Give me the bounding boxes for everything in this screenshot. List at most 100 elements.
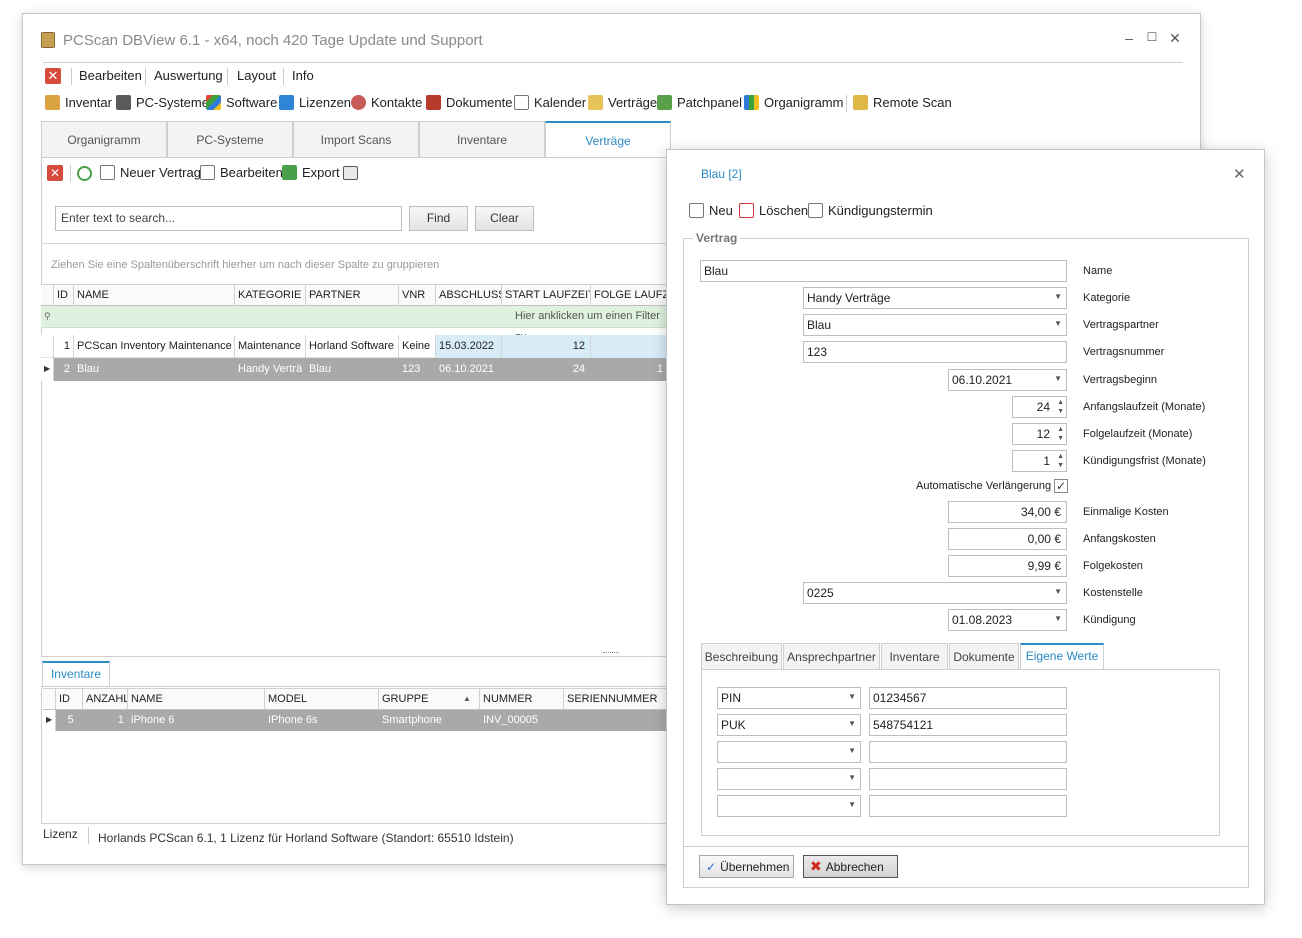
search-input[interactable]: Enter text to search... [55,206,402,231]
maximize-button[interactable]: ☐ [1145,30,1159,44]
column-header-vnr[interactable]: VNR [399,284,436,306]
cell-folge-laufzeit: 1 [591,358,669,381]
column-header-name[interactable]: NAME [74,284,235,306]
menu-info[interactable]: Info [292,68,314,83]
tab-pc-systeme[interactable]: PC-Systeme [167,121,293,158]
menu-layout[interactable]: Layout [237,68,276,83]
tab-vertraege[interactable]: Verträge [545,121,671,158]
anfangskosten-field[interactable]: 0,00 € [948,528,1067,550]
name-field[interactable]: Blau [700,260,1067,282]
toolbar-vertraege[interactable]: Verträge [588,95,657,110]
custom-value-field[interactable] [869,795,1067,817]
vertragsnummer-field[interactable]: 123 [803,341,1067,363]
menu-bar: ✕ Bearbeiten Auswertung Layout Info [43,62,1183,88]
license-info: Horlands PCScan 6.1, 1 Lizenz für Horlan… [98,831,514,845]
menu-auswertung[interactable]: Auswertung [154,68,223,83]
dialog-close-button[interactable]: ✕ [1233,165,1246,183]
tab-import-scans[interactable]: Import Scans [293,121,419,158]
custom-value-field[interactable] [869,768,1067,790]
kuendigungsfrist-label: Kündigungsfrist (Monate) [1083,455,1206,467]
checkmark-icon: ✓ [706,859,717,874]
tab-ansprechpartner[interactable]: Ansprechpartner [783,643,880,670]
toolbar-remote-scan[interactable]: Remote Scan [853,95,952,110]
column-header-folge-laufzeit[interactable]: FOLGE LAUFZE [591,284,669,306]
custom-key-select[interactable]: PUK ▼ [717,714,861,736]
vertragsbeginn-date[interactable]: 06.10.2021 ▼ [948,369,1067,391]
apply-button[interactable]: ✓ Übernehmen [699,855,794,878]
splitter-grip[interactable] [603,652,619,653]
delete-button[interactable]: Löschen [739,203,808,218]
menu-separator [227,68,228,85]
status-bar: Lizenz [43,827,78,841]
edit-button[interactable]: Bearbeiten [200,165,283,180]
table-row[interactable]: 1 PCScan Inventory Maintenance Maintenan… [41,335,669,358]
new-button[interactable]: Neu [689,203,733,218]
column-header-anzahl[interactable]: ANZAHL [83,688,128,710]
einmalige-kosten-field[interactable]: 34,00 € [948,501,1067,523]
termination-date-button[interactable]: Kündigungstermin [808,203,933,218]
kostenstelle-select[interactable]: 0225 ▼ [803,582,1067,604]
toolbar-lizenzen[interactable]: Lizenzen [279,95,351,110]
auto-renewal-checkbox[interactable]: ✓ [1054,479,1068,493]
column-header-name[interactable]: NAME [128,688,265,710]
fieldset-legend: Vertrag [693,231,741,245]
close-icon[interactable]: ✕ [45,68,61,84]
toolbar-kalender[interactable]: Kalender [514,95,586,110]
table-row-selected[interactable]: ▶ 2 Blau Handy Verträ Blau 123 06.10.202… [41,358,669,381]
toolbar-inventar[interactable]: Inventar [45,95,112,110]
custom-key-select[interactable]: ▼ [717,768,861,790]
toolbar-pc-systeme[interactable]: PC-Systeme [116,95,209,110]
tab-inventare[interactable]: Inventare [419,121,545,158]
export-button[interactable]: Export [282,165,340,180]
folgelaufzeit-stepper[interactable]: 12 ▲ ▼ [1012,423,1067,445]
column-header-nummer[interactable]: NUMMER [480,688,564,710]
column-header-id[interactable]: ID [56,688,83,710]
column-header-id[interactable]: ID [54,284,74,306]
custom-value-field[interactable]: 548754121 [869,714,1067,736]
tab-organigramm[interactable]: Organigramm [41,121,167,158]
kuendigungsfrist-stepper[interactable]: 1 ▲ ▼ [1012,450,1067,472]
tab-beschreibung[interactable]: Beschreibung [701,643,782,670]
tab-eigene-werte[interactable]: Eigene Werte [1020,643,1104,670]
folgekosten-field[interactable]: 9,99 € [948,555,1067,577]
close-icon[interactable]: ✕ [47,165,63,181]
close-button[interactable]: ✕ [1168,30,1182,47]
refresh-icon[interactable] [77,166,92,181]
partner-select[interactable]: Blau ▼ [803,314,1067,336]
column-header-seriennummer[interactable]: SERIENNUMMER [564,688,669,710]
anfangslaufzeit-stepper[interactable]: 24 ▲ ▼ [1012,396,1067,418]
kategorie-select[interactable]: Handy Verträge ▼ [803,287,1067,309]
custom-value-field[interactable] [869,741,1067,763]
custom-key-select[interactable]: PIN ▼ [717,687,861,709]
tab-inventare-detail[interactable]: Inventare [42,661,110,687]
custom-key-select[interactable]: ▼ [717,741,861,763]
toolbar-organigramm[interactable]: Organigramm [744,95,843,110]
column-header-gruppe[interactable]: GRUPPE ▲ [379,688,480,710]
filter-row[interactable]: ⚲ Hier anklicken um einen Filter zu [41,306,669,343]
table-row-selected[interactable]: ▶ 5 1 iPhone 6 IPhone 6s Smartphone INV_… [43,710,669,731]
new-contract-button[interactable]: Neuer Vertrag [100,165,201,180]
toolbar-software[interactable]: Software [206,95,277,110]
custom-key-select[interactable]: ▼ [717,795,861,817]
toolbar-patchpanel[interactable]: Patchpanel [657,95,742,110]
toolbar-dokumente[interactable]: Dokumente [426,95,512,110]
cell-name: Blau [74,358,235,381]
print-icon[interactable] [343,166,358,180]
tab-inventare[interactable]: Inventare [881,643,948,670]
column-header-abschluss[interactable]: ABSCHLUSS [436,284,502,306]
column-header-model[interactable]: MODEL [265,688,379,710]
toolbar-kontakte[interactable]: Kontakte [351,95,422,110]
menu-bearbeiten[interactable]: Bearbeiten [79,68,142,83]
minimize-button[interactable]: – [1122,30,1136,46]
column-header-kategorie[interactable]: KATEGORIE [235,284,306,306]
column-header-partner[interactable]: PARTNER [306,284,399,306]
cancel-button[interactable]: ✖ Abbrechen [803,855,898,878]
clear-button[interactable]: Clear [475,206,534,231]
tab-dokumente[interactable]: Dokumente [949,643,1019,670]
toolbar-separator [70,165,71,182]
find-button[interactable]: Find [409,206,468,231]
kuendigung-date[interactable]: 01.08.2023 ▼ [948,609,1067,631]
column-header-start-laufzeit[interactable]: START LAUFZEIT [502,284,591,306]
cell-model: IPhone 6s [265,710,379,731]
custom-value-field[interactable]: 01234567 [869,687,1067,709]
